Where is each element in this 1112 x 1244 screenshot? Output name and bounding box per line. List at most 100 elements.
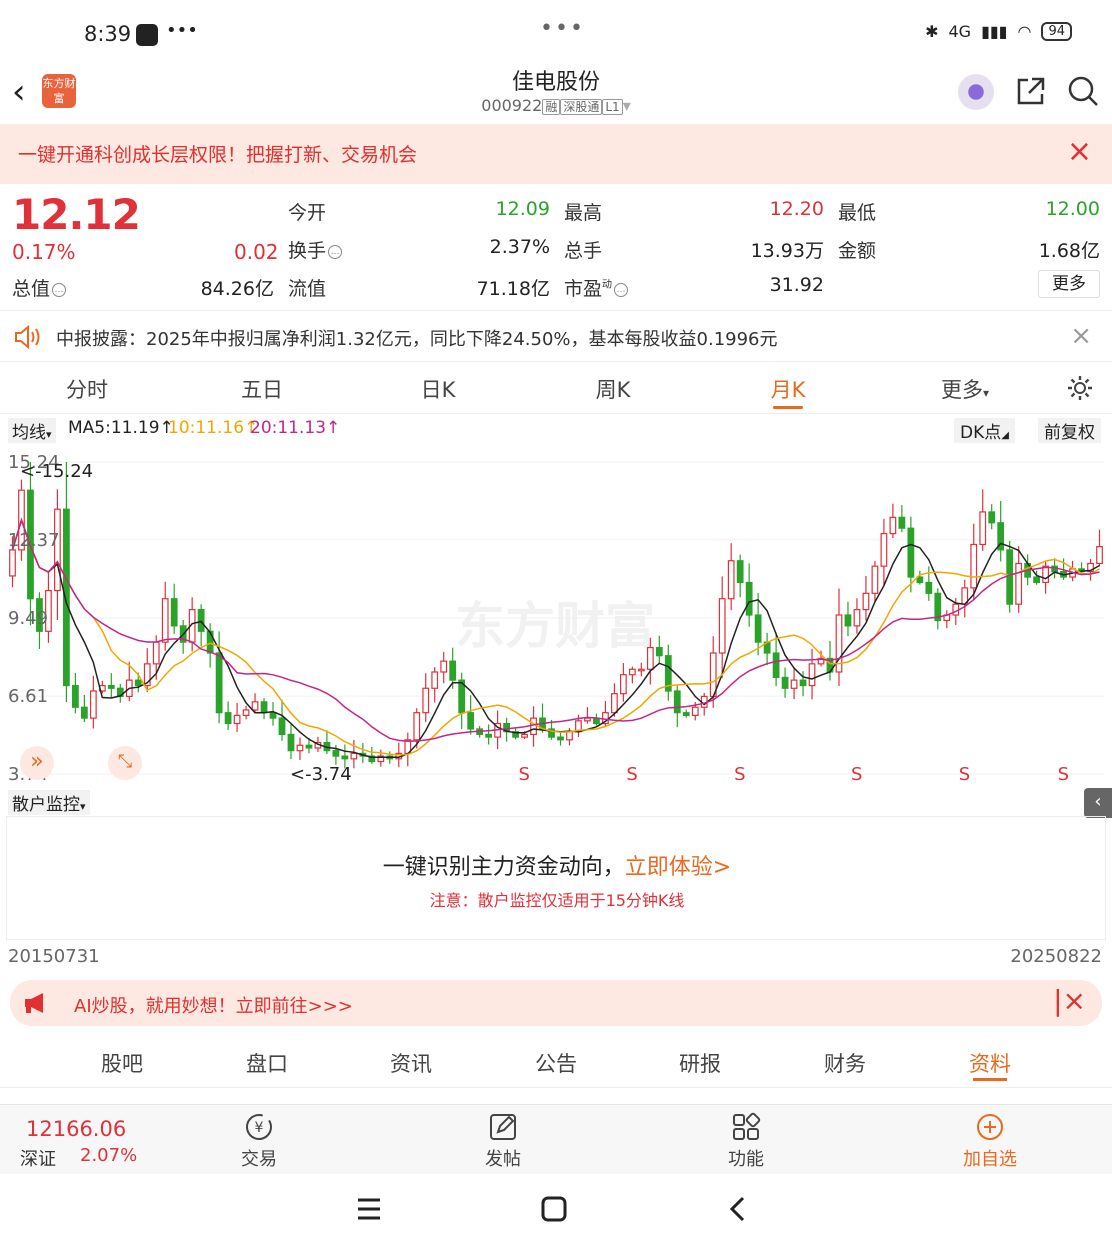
change-amount: 0.02 bbox=[234, 240, 279, 264]
tab-five-day[interactable]: 五日 bbox=[217, 374, 307, 404]
ma10-value: 10:11.16↑ bbox=[168, 418, 259, 438]
date-start: 20150731 bbox=[8, 946, 100, 967]
dk-point-button[interactable]: DK点◢ bbox=[954, 418, 1015, 443]
candle-body bbox=[296, 744, 304, 752]
pe-label[interactable]: 市盈动… bbox=[564, 274, 629, 301]
candle-body bbox=[781, 676, 789, 689]
try-now-link[interactable]: 立即体验> bbox=[625, 855, 731, 880]
add-circle-icon bbox=[977, 1114, 1003, 1140]
tab-more[interactable]: 更多▾ bbox=[920, 374, 1010, 404]
gear-icon[interactable] bbox=[1066, 374, 1094, 402]
nav-add-watchlist[interactable]: 加自选 bbox=[945, 1111, 1035, 1171]
low-value: 12.00 bbox=[1045, 198, 1100, 220]
share-icon[interactable] bbox=[1014, 74, 1048, 108]
candle-body bbox=[305, 744, 313, 749]
kline-chart[interactable]: 东方财富 15.2412.379.496.613.74<-15.24<-3.74… bbox=[0, 446, 1112, 786]
high-label: 最高 bbox=[564, 202, 603, 224]
nav-post[interactable]: 发帖 bbox=[458, 1111, 548, 1171]
ma10-line bbox=[11, 517, 1100, 756]
candle-body bbox=[521, 733, 528, 738]
float-label: 流值 bbox=[288, 278, 327, 300]
candle-body bbox=[530, 717, 537, 735]
network-label: 4G bbox=[948, 22, 972, 41]
monitor-note: 注意：散户监控仅适用于15分钟K线 bbox=[429, 891, 685, 910]
tab-profile[interactable]: 资料 bbox=[945, 1048, 1035, 1078]
float-value: 71.18亿 bbox=[476, 278, 550, 300]
dk-label: DK点 bbox=[960, 423, 1002, 443]
tab-day-k[interactable]: 日K bbox=[393, 374, 483, 404]
candle-body bbox=[1096, 546, 1103, 565]
expand-left-icon[interactable]: » bbox=[20, 746, 54, 780]
turnover-label[interactable]: 换手… bbox=[288, 236, 343, 263]
index-name: 深证 bbox=[20, 1149, 56, 1170]
tab-orderbook[interactable]: 盘口 bbox=[222, 1048, 312, 1078]
status-bar: 8:39 ••• ••• ✱ 4G ▮▮▮ ◠ 94 bbox=[0, 0, 1112, 62]
tab-finance[interactable]: 财务 bbox=[800, 1048, 890, 1078]
signal-s: S bbox=[1058, 764, 1069, 785]
ai-promo-bar[interactable]: AI炒股，就用妙想！立即前往>>> |× bbox=[10, 980, 1102, 1026]
stock-code-row[interactable]: 000922 融深股通 L1 ▾ bbox=[0, 96, 1112, 115]
assistant-avatar[interactable] bbox=[958, 74, 994, 110]
status-time: 8:39 bbox=[84, 22, 132, 46]
index-ticker[interactable]: 12166.06 深证 2.07% bbox=[0, 1105, 210, 1175]
tab-forum[interactable]: 股吧 bbox=[77, 1048, 167, 1078]
candle-body bbox=[1033, 576, 1041, 584]
candle-body bbox=[584, 717, 591, 722]
recents-icon[interactable] bbox=[352, 1194, 386, 1224]
index-value: 12166.06 bbox=[26, 1117, 127, 1141]
ma-select[interactable]: 均线▾ bbox=[8, 418, 56, 443]
more-quote-button[interactable]: 更多 bbox=[1038, 270, 1100, 298]
nav-trade[interactable]: ¥ 交易 bbox=[214, 1111, 304, 1171]
active-tab-indicator bbox=[773, 406, 803, 409]
promo-banner[interactable]: 一键开通科创成长层权限！把握打新、交易机会 × bbox=[0, 124, 1112, 184]
close-icon[interactable]: |× bbox=[1053, 984, 1086, 1017]
fullscreen-icon[interactable]: ⤡ bbox=[108, 746, 142, 780]
dropdown-icon: ▾ bbox=[622, 96, 631, 115]
candle-body bbox=[557, 736, 564, 741]
nav-functions[interactable]: 功能 bbox=[701, 1111, 791, 1171]
edit-icon bbox=[490, 1114, 516, 1140]
monitor-select[interactable]: 散户监控▾ bbox=[8, 790, 90, 815]
ai-promo-text: AI炒股，就用妙想！立即前往>>> bbox=[74, 996, 353, 1017]
candle-body bbox=[611, 693, 618, 714]
search-icon[interactable] bbox=[1066, 74, 1100, 108]
change-percent: 0.17% bbox=[12, 240, 76, 264]
close-icon[interactable]: × bbox=[1067, 134, 1092, 169]
dropdown-icon: ▾ bbox=[46, 428, 52, 441]
dropdown-icon: ▾ bbox=[982, 386, 990, 400]
index-percent: 2.07% bbox=[80, 1145, 138, 1166]
status-icons: ✱ 4G ▮▮▮ ◠ 94 bbox=[925, 22, 1072, 41]
news-bar[interactable]: 中报披露：2025年中报归属净利润1.32亿元，同比下降24.50%，基本每股收… bbox=[0, 310, 1112, 362]
tab-month-k[interactable]: 月K bbox=[743, 374, 833, 404]
collapse-icon[interactable]: ‹ bbox=[1084, 788, 1112, 818]
candle-body bbox=[1006, 549, 1014, 605]
candle-body bbox=[862, 592, 870, 611]
speaker-icon bbox=[15, 325, 40, 349]
tab-week-k[interactable]: 周K bbox=[568, 374, 658, 404]
candle-body bbox=[1042, 565, 1049, 584]
turnover-value: 2.37% bbox=[489, 236, 550, 258]
tab-announcements[interactable]: 公告 bbox=[511, 1048, 601, 1078]
candle-body bbox=[799, 679, 807, 687]
back-icon[interactable]: ‹ bbox=[12, 74, 42, 110]
nav-add-label: 加自选 bbox=[963, 1149, 1017, 1170]
candle-body bbox=[422, 687, 430, 714]
tab-research[interactable]: 研报 bbox=[655, 1048, 745, 1078]
trade-icon: ¥ bbox=[246, 1114, 272, 1140]
candle-body bbox=[790, 679, 798, 689]
back-nav-icon[interactable] bbox=[724, 1194, 752, 1224]
nav-post-label: 发帖 bbox=[485, 1149, 521, 1170]
tab-news[interactable]: 资讯 bbox=[366, 1048, 456, 1078]
mktcap-label[interactable]: 总值… bbox=[12, 274, 67, 301]
candle-body bbox=[628, 668, 636, 676]
candle-body bbox=[979, 511, 987, 546]
close-icon[interactable]: × bbox=[1070, 321, 1092, 351]
candle-body bbox=[440, 660, 448, 673]
tab-minute[interactable]: 分时 bbox=[42, 374, 132, 404]
tag-connect: 深股通 bbox=[560, 99, 603, 115]
home-icon[interactable] bbox=[538, 1194, 570, 1224]
signal-s: S bbox=[851, 764, 862, 785]
adjust-button[interactable]: 前复权 bbox=[1038, 418, 1101, 443]
tag-margin: 融 bbox=[542, 99, 561, 115]
stock-name: 佳电股份 bbox=[511, 70, 600, 95]
